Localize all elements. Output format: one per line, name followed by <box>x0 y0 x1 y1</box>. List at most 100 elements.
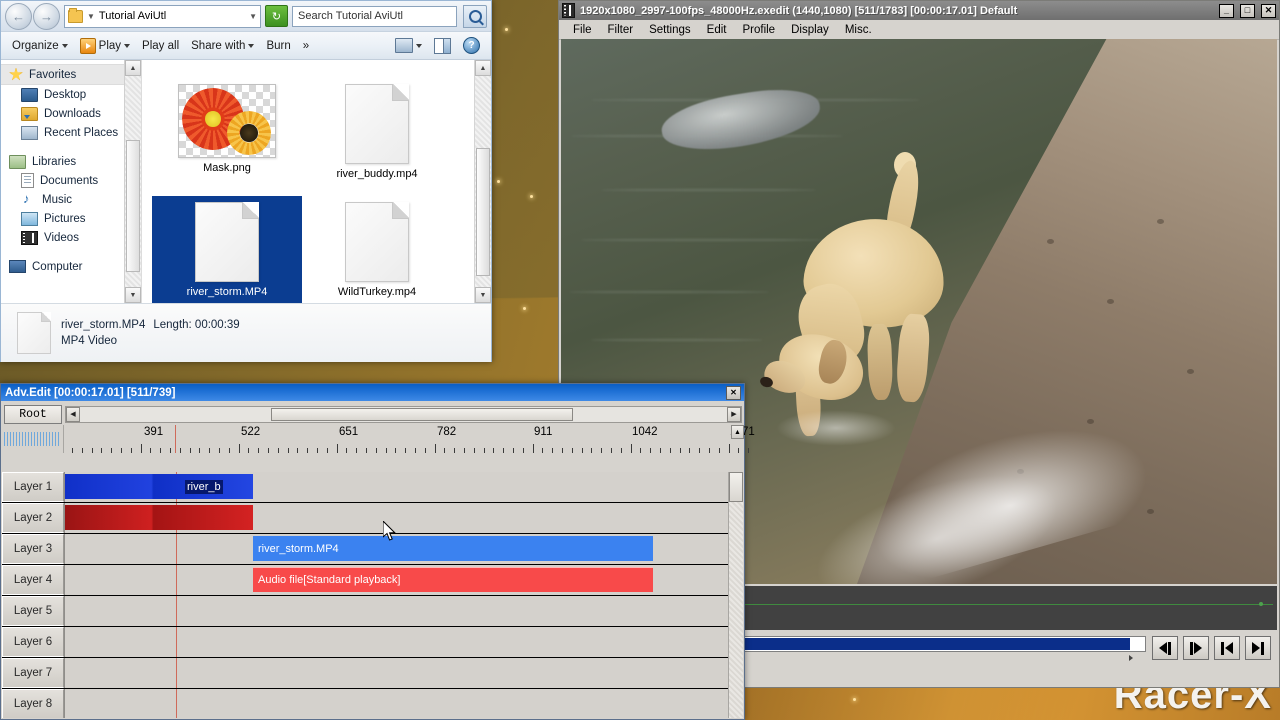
layer-track[interactable] <box>64 503 743 533</box>
menu-item-edit[interactable]: Edit <box>699 22 735 38</box>
search-input[interactable]: Search Tutorial AviUtl <box>292 5 457 27</box>
file-item-river-buddy[interactable]: river_buddy.mp4 <box>302 78 452 196</box>
layer-name-button[interactable]: Layer 5 <box>2 596 64 626</box>
ruler-tick <box>336 444 338 453</box>
forward-arrow-icon[interactable]: → <box>33 2 60 30</box>
timeline-vscroll-thumb[interactable] <box>729 472 743 502</box>
layout-pane-button[interactable] <box>429 36 456 56</box>
menu-item-misc[interactable]: Misc. <box>837 22 880 38</box>
timeline-layer-row[interactable]: Layer 6 <box>2 627 743 658</box>
play-button[interactable]: Play <box>75 36 135 56</box>
menu-item-file[interactable]: File <box>565 22 600 38</box>
sidebar-item-libraries[interactable]: Libraries <box>1 152 141 171</box>
timeline-clip[interactable]: Audio file[Standard playback] <box>253 567 653 592</box>
file-list[interactable]: Mask.png river_buddy.mp4 river_storm.MP4… <box>142 60 491 303</box>
timeline-vertical-scrollbar[interactable] <box>728 472 743 718</box>
timeline-clip[interactable] <box>65 505 253 530</box>
layer-track[interactable] <box>64 596 743 626</box>
address-bar[interactable]: ▼ Tutorial AviUtl ▼ <box>64 4 261 28</box>
sidebar-scrollbar[interactable]: ▲ ▼ <box>124 60 141 303</box>
timeline-layer-row[interactable]: Layer 5 <box>2 596 743 627</box>
ruler-tick <box>199 448 201 453</box>
layer-name-button[interactable]: Layer 1 <box>2 472 64 502</box>
file-item-mask[interactable]: Mask.png <box>152 78 302 196</box>
layer-track[interactable] <box>64 658 743 688</box>
timeline-ruler[interactable]: 391 522 651 782 911 1042 1171 ▲ <box>63 425 755 453</box>
layer-name-button[interactable]: Layer 8 <box>2 689 64 718</box>
file-item-wildturkey[interactable]: WildTurkey.mp4 <box>302 196 452 303</box>
file-list-scrollbar[interactable]: ▲ ▼ <box>474 60 491 303</box>
sidebar-item-favorites[interactable]: Favorites <box>1 64 141 85</box>
close-icon[interactable]: ✕ <box>726 385 741 400</box>
layer-track[interactable]: Audio file[Standard playback] <box>64 565 743 595</box>
root-button[interactable]: Root <box>4 404 62 424</box>
timeline-layers[interactable]: Layer 1 river_b Layer 2 Layer 3 river_storm.… <box>2 472 743 718</box>
address-dropdown-icon[interactable]: ▼ <box>249 12 257 21</box>
sidebar-item-documents[interactable]: Documents <box>1 171 141 190</box>
timeline-layer-row[interactable]: Layer 2 <box>2 503 743 534</box>
timeline-scroll-up-icon[interactable]: ▲ <box>731 425 744 439</box>
prev-frame-button[interactable] <box>1152 636 1178 660</box>
layer-name-button[interactable]: Layer 6 <box>2 627 64 657</box>
close-button[interactable]: ✕ <box>1261 3 1276 18</box>
maximize-button[interactable]: □ <box>1240 3 1255 18</box>
chevron-down-icon <box>416 43 422 48</box>
aviutl-title-bar[interactable]: 1920x1080_2997-100fps_48000Hz.exedit (14… <box>559 1 1279 20</box>
burn-button[interactable]: Burn <box>261 38 295 54</box>
timeline-layer-row[interactable]: Layer 8 <box>2 689 743 718</box>
jump-to-end-button[interactable] <box>1245 636 1271 660</box>
toolbar-overflow-button[interactable]: » <box>298 38 314 54</box>
scroll-down-icon[interactable]: ▼ <box>475 287 491 303</box>
organize-button[interactable]: Organize <box>7 38 73 54</box>
share-with-button[interactable]: Share with <box>186 38 259 54</box>
layer-name-button[interactable]: Layer 7 <box>2 658 64 688</box>
jump-to-start-button[interactable] <box>1214 636 1240 660</box>
play-all-button[interactable]: Play all <box>137 38 184 54</box>
search-button[interactable] <box>463 4 487 28</box>
sidebar-item-label: Pictures <box>44 212 86 225</box>
sidebar-item-recent-places[interactable]: Recent Places <box>1 123 141 142</box>
sidebar-item-pictures[interactable]: Pictures <box>1 209 141 228</box>
help-button[interactable]: ? <box>458 35 485 56</box>
sidebar-item-videos[interactable]: Videos <box>1 228 141 247</box>
document-icon <box>345 84 409 164</box>
sidebar-scroll-thumb[interactable] <box>126 140 140 272</box>
layer-track[interactable] <box>64 689 743 718</box>
menu-item-filter[interactable]: Filter <box>600 22 642 38</box>
timeline-layer-row[interactable]: Layer 7 <box>2 658 743 689</box>
layer-name-button[interactable]: Layer 3 <box>2 534 64 564</box>
menu-item-profile[interactable]: Profile <box>734 22 783 38</box>
file-list-scroll-thumb[interactable] <box>476 148 490 276</box>
sidebar-item-music[interactable]: Music <box>1 190 141 209</box>
timeline-scroll-thumb[interactable] <box>271 407 573 421</box>
timeline-clip[interactable]: river_storm.MP4 <box>253 536 653 561</box>
layer-track[interactable]: river_b <box>64 472 743 502</box>
file-item-river-storm[interactable]: river_storm.MP4 <box>152 196 302 303</box>
timeline-clip[interactable]: river_b <box>65 474 253 499</box>
next-frame-button[interactable] <box>1183 636 1209 660</box>
menu-item-settings[interactable]: Settings <box>641 22 699 38</box>
back-arrow-icon[interactable]: ← <box>5 2 32 30</box>
refresh-icon[interactable]: ↻ <box>265 5 288 27</box>
layer-track[interactable] <box>64 627 743 657</box>
timeline-layer-row[interactable]: Layer 4 Audio file[Standard playback] <box>2 565 743 596</box>
timeline-layer-row[interactable]: Layer 1 river_b <box>2 472 743 503</box>
layer-name-button[interactable]: Layer 4 <box>2 565 64 595</box>
sidebar-item-desktop[interactable]: Desktop <box>1 85 141 104</box>
sidebar-item-computer[interactable]: Computer <box>1 257 141 276</box>
layer-track[interactable]: river_storm.MP4 <box>64 534 743 564</box>
scroll-up-icon[interactable]: ▲ <box>475 60 491 76</box>
scroll-right-icon[interactable]: ▶ <box>727 406 741 422</box>
timeline-layer-row[interactable]: Layer 3 river_storm.MP4 <box>2 534 743 565</box>
chevron-down-icon[interactable]: ▼ <box>87 12 95 21</box>
scroll-up-icon[interactable]: ▲ <box>125 60 141 76</box>
scroll-left-icon[interactable]: ◀ <box>66 406 80 422</box>
minimize-button[interactable]: _ <box>1219 3 1234 18</box>
sidebar-item-downloads[interactable]: Downloads <box>1 104 141 123</box>
adv-edit-title-bar[interactable]: Adv.Edit [00:00:17.01] [511/739] ✕ <box>1 384 744 401</box>
view-mode-button[interactable] <box>390 36 427 55</box>
scroll-down-icon[interactable]: ▼ <box>125 287 141 303</box>
layer-name-button[interactable]: Layer 2 <box>2 503 64 533</box>
timeline-horizontal-scrollbar[interactable]: ◀ ▶ <box>65 405 742 423</box>
menu-item-display[interactable]: Display <box>783 22 837 38</box>
